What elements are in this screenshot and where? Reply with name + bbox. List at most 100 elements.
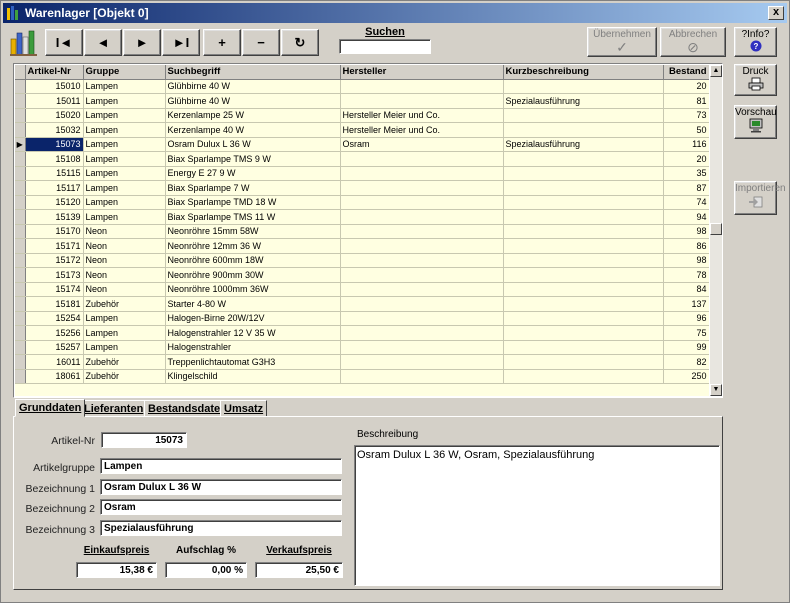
table-row[interactable]: 15032 Lampen Kerzenlampe 40 W Hersteller Me… xyxy=(15,122,709,138)
cell-artikel-nr[interactable]: 15257 xyxy=(25,340,84,355)
cell-gruppe[interactable]: Lampen xyxy=(83,108,166,123)
table-row[interactable]: 15108 Lampen Biax Sparlampe TMS 9 W 20 xyxy=(15,151,709,167)
row-selector[interactable] xyxy=(15,340,26,355)
row-selector[interactable] xyxy=(15,122,26,138)
row-selector[interactable] xyxy=(15,296,26,312)
cell-artikel-nr[interactable]: 15073 xyxy=(25,137,84,152)
column-header-suchbegriff[interactable]: Suchbegriff xyxy=(165,65,341,80)
cell-artikel-nr[interactable]: 15117 xyxy=(25,180,84,196)
tab-lieferanten[interactable]: Lieferanten xyxy=(80,400,148,417)
cell-kurzbeschreibung[interactable] xyxy=(503,311,664,326)
cell-gruppe[interactable]: Neon xyxy=(83,267,166,283)
cell-bestand[interactable]: 116 xyxy=(663,137,709,152)
cell-gruppe[interactable]: Lampen xyxy=(83,137,166,152)
cell-hersteller[interactable] xyxy=(340,253,504,268)
cell-hersteller[interactable] xyxy=(340,311,504,326)
cell-gruppe[interactable]: Zubehör xyxy=(83,354,166,370)
cell-kurzbeschreibung[interactable] xyxy=(503,253,664,268)
cell-bestand[interactable]: 74 xyxy=(663,195,709,210)
row-selector[interactable] xyxy=(15,267,26,283)
row-selector[interactable] xyxy=(15,354,26,370)
import-button[interactable]: Importieren xyxy=(734,181,786,215)
cell-artikel-nr[interactable]: 15173 xyxy=(25,267,84,283)
cell-suchbegriff[interactable]: Neonröhre 15mm 58W xyxy=(165,224,341,239)
last-record-button[interactable]: ►I xyxy=(162,29,200,56)
cell-hersteller[interactable] xyxy=(340,166,504,181)
cell-bestand[interactable]: 99 xyxy=(663,340,709,355)
cell-suchbegriff[interactable]: Biax Sparlampe TMS 9 W xyxy=(165,151,341,167)
cell-kurzbeschreibung[interactable] xyxy=(503,282,664,297)
table-row[interactable]: 15010 Lampen Glühbirne 40 W 20 xyxy=(15,79,709,94)
row-selector[interactable] xyxy=(15,253,26,268)
table-row[interactable]: 15020 Lampen Kerzenlampe 25 W Hersteller Me… xyxy=(15,108,709,123)
cell-kurzbeschreibung[interactable] xyxy=(503,79,664,94)
cell-artikel-nr[interactable]: 15170 xyxy=(25,224,84,239)
cell-bestand[interactable]: 137 xyxy=(663,296,709,312)
cell-kurzbeschreibung[interactable] xyxy=(503,354,664,370)
cell-bestand[interactable]: 87 xyxy=(663,180,709,196)
preview-button[interactable]: Vorschau xyxy=(734,105,777,139)
row-selector[interactable] xyxy=(15,282,26,297)
cell-suchbegriff[interactable]: Biax Sparlampe TMD 18 W xyxy=(165,195,341,210)
table-row[interactable]: 15115 Lampen Energy E 27 9 W 35 xyxy=(15,166,709,181)
cell-hersteller[interactable] xyxy=(340,267,504,283)
table-row[interactable]: 15173 Neon Neonröhre 900mm 30W 78 xyxy=(15,267,709,283)
cell-bestand[interactable]: 81 xyxy=(663,93,709,109)
cell-artikel-nr[interactable]: 15171 xyxy=(25,238,84,254)
cell-bestand[interactable]: 86 xyxy=(663,238,709,254)
cell-gruppe[interactable]: Lampen xyxy=(83,311,166,326)
cell-hersteller[interactable] xyxy=(340,354,504,370)
cell-suchbegriff[interactable]: Glühbirne 40 W xyxy=(165,79,341,94)
cell-kurzbeschreibung[interactable] xyxy=(503,369,664,384)
tab-bestandsdaten[interactable]: Bestandsdaten xyxy=(144,400,231,417)
cell-suchbegriff[interactable]: Halogenstrahler xyxy=(165,340,341,355)
row-selector[interactable] xyxy=(15,369,26,384)
cell-bestand[interactable]: 20 xyxy=(663,79,709,94)
row-selector[interactable] xyxy=(15,238,26,254)
cell-hersteller[interactable] xyxy=(340,340,504,355)
cell-suchbegriff[interactable]: Neonröhre 900mm 30W xyxy=(165,267,341,283)
grid-scrollbar[interactable]: ▲ ▼ xyxy=(710,65,722,396)
cell-gruppe[interactable]: Lampen xyxy=(83,209,166,225)
cell-gruppe[interactable]: Lampen xyxy=(83,93,166,109)
cell-artikel-nr[interactable]: 15174 xyxy=(25,282,84,297)
tab-grunddaten[interactable]: Grunddaten xyxy=(15,399,86,417)
cell-kurzbeschreibung[interactable]: Spezialausführung xyxy=(503,93,664,109)
cell-gruppe[interactable]: Lampen xyxy=(83,79,166,94)
row-selector[interactable] xyxy=(15,93,26,109)
cell-gruppe[interactable]: Neon xyxy=(83,238,166,254)
previous-record-button[interactable]: ◄ xyxy=(84,29,122,56)
cell-suchbegriff[interactable]: Starter 4-80 W xyxy=(165,296,341,312)
column-header-gruppe[interactable]: Gruppe xyxy=(83,65,166,80)
cell-bestand[interactable]: 94 xyxy=(663,209,709,225)
cell-gruppe[interactable]: Lampen xyxy=(83,180,166,196)
cancel-button[interactable]: Abbrechen ⊘ xyxy=(660,27,726,57)
table-row[interactable]: 15256 Lampen Halogenstrahler 12 V 35 W 75 xyxy=(15,325,709,341)
cell-gruppe[interactable]: Lampen xyxy=(83,151,166,167)
refresh-button[interactable]: ↻ xyxy=(281,29,319,56)
cell-suchbegriff[interactable]: Halogen-Birne 20W/12V xyxy=(165,311,341,326)
einkaufspreis-field[interactable]: 15,38 € xyxy=(76,562,157,578)
column-header-hersteller[interactable]: Hersteller xyxy=(340,65,504,80)
cell-hersteller[interactable] xyxy=(340,296,504,312)
aufschlag-field[interactable]: 0,00 % xyxy=(165,562,247,578)
cell-bestand[interactable]: 50 xyxy=(663,122,709,138)
cell-kurzbeschreibung[interactable] xyxy=(503,180,664,196)
table-row[interactable]: 15171 Neon Neonröhre 12mm 36 W 86 xyxy=(15,238,709,254)
table-row[interactable]: 15011 Lampen Glühbirne 40 W Spezialausführu… xyxy=(15,93,709,109)
cell-suchbegriff[interactable]: Energy E 27 9 W xyxy=(165,166,341,181)
row-selector[interactable] xyxy=(15,180,26,196)
cell-bestand[interactable]: 73 xyxy=(663,108,709,123)
artikel-nr-field[interactable]: 15073 xyxy=(101,432,187,448)
table-row[interactable]: 15117 Lampen Biax Sparlampe 7 W 87 xyxy=(15,180,709,196)
row-selector[interactable] xyxy=(15,79,26,94)
cell-suchbegriff[interactable]: Klingelschild xyxy=(165,369,341,384)
cell-artikel-nr[interactable]: 15010 xyxy=(25,79,84,94)
cell-artikel-nr[interactable]: 15115 xyxy=(25,166,84,181)
bezeichnung-3-field[interactable]: Spezialausführung xyxy=(100,520,342,536)
row-selector[interactable] xyxy=(15,151,26,167)
row-selector[interactable] xyxy=(15,325,26,341)
cell-hersteller[interactable] xyxy=(340,325,504,341)
cell-gruppe[interactable]: Zubehör xyxy=(83,369,166,384)
article-grid[interactable]: Artikel-Nr Gruppe Suchbegriff Hersteller… xyxy=(13,63,723,398)
